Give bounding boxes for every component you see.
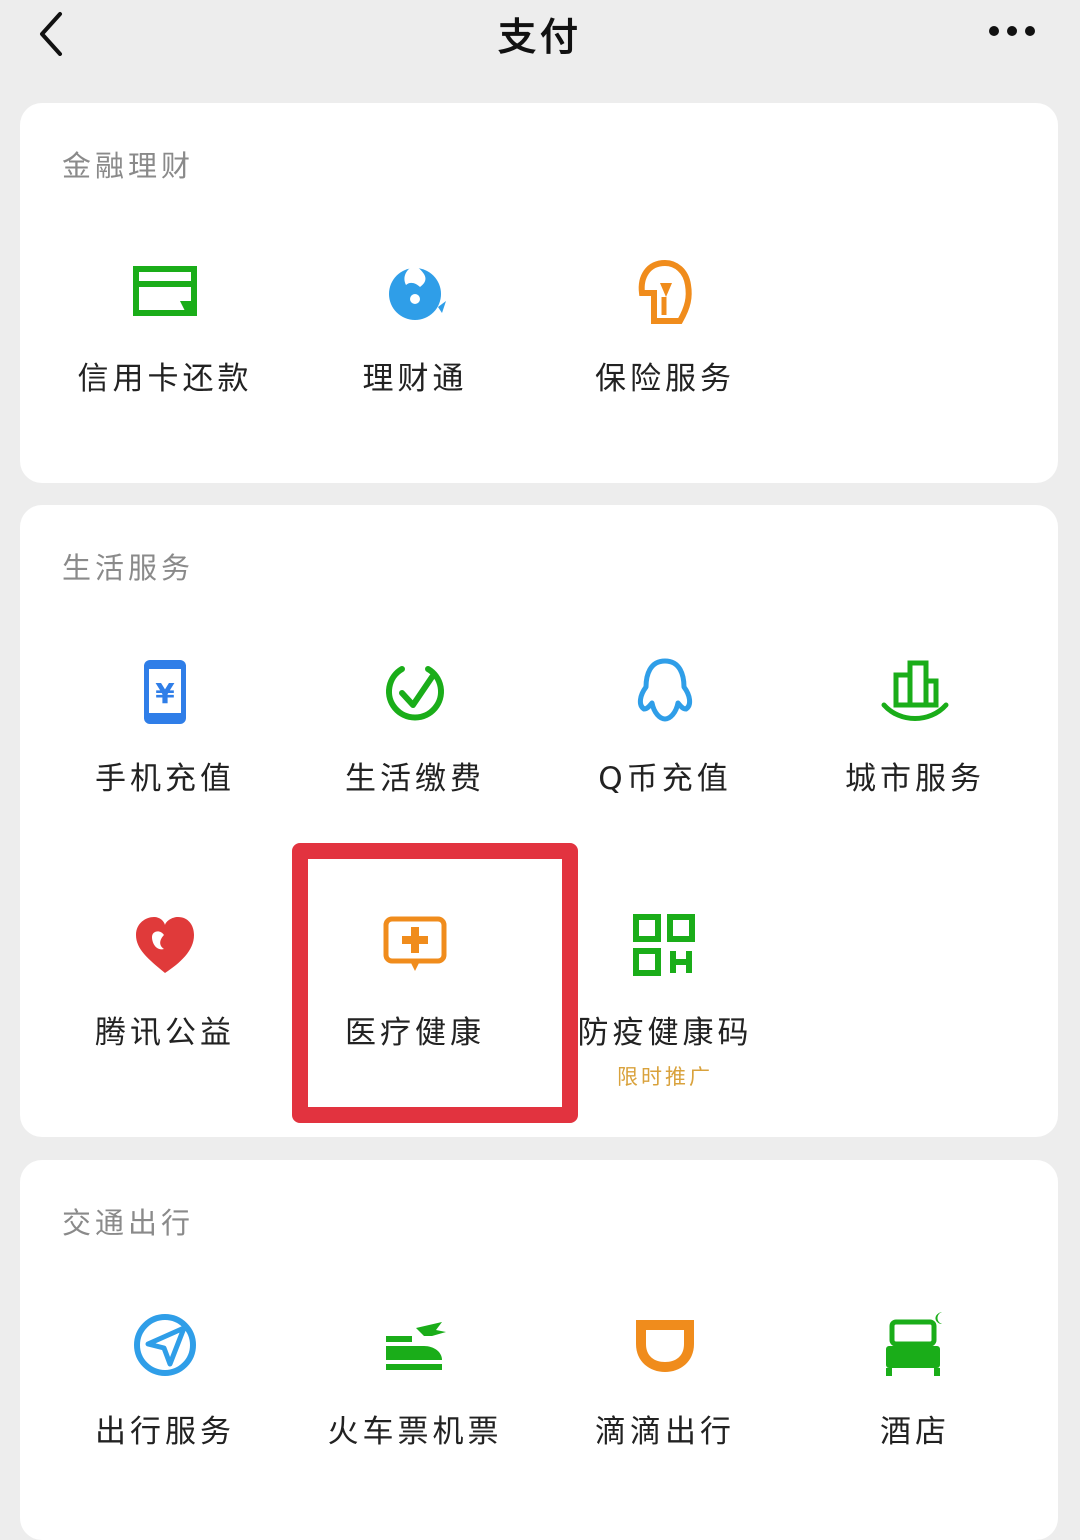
tile-charity[interactable]: 腾讯公益 — [40, 911, 290, 1111]
navigation-arrow-icon — [134, 1314, 196, 1376]
more-button[interactable] — [980, 14, 1044, 48]
tile-wealth[interactable]: 理财通 — [290, 257, 540, 457]
travel-card: 交通出行 出行服务 火车票机票 滴滴出行 酒店 — [20, 1160, 1058, 1540]
more-dots-icon — [989, 26, 1035, 36]
wealth-icon — [389, 265, 446, 320]
tile-label: 滴滴出行 — [595, 1414, 735, 1450]
didi-icon — [636, 1320, 694, 1372]
tile-label: 出行服务 — [95, 1414, 235, 1450]
tile-city-services[interactable]: 城市服务 — [790, 657, 1040, 857]
tile-phone-topup[interactable]: ¥ 手机充值 — [40, 657, 290, 857]
tile-label: 酒店 — [880, 1414, 950, 1450]
tile-label: Q币充值 — [598, 761, 732, 797]
qq-penguin-icon — [637, 658, 693, 722]
utility-check-icon — [386, 666, 444, 721]
city-building-icon — [881, 660, 949, 721]
hotel-bed-icon — [886, 1312, 942, 1376]
train-plane-icon — [386, 1322, 446, 1370]
tile-label: 腾讯公益 — [95, 1015, 235, 1051]
tile-train-plane[interactable]: 火车票机票 — [290, 1310, 540, 1510]
tile-label: 生活缴费 — [345, 761, 485, 797]
top-bar: 支付 — [0, 0, 1080, 70]
svg-text:¥: ¥ — [155, 677, 175, 710]
insurance-umbrella-icon — [638, 259, 692, 324]
phone-topup-icon: ¥ — [144, 660, 186, 724]
tile-label: 保险服务 — [595, 361, 735, 397]
credit-card-icon — [133, 266, 197, 316]
qr-code-icon — [633, 914, 695, 976]
section-title-life: 生活服务 — [62, 551, 195, 585]
tile-label: 信用卡还款 — [77, 361, 253, 397]
tile-qcoin[interactable]: Q币充值 — [540, 657, 790, 857]
page-title: 支付 — [497, 15, 582, 59]
charity-heart-icon — [136, 917, 194, 973]
tile-label: 城市服务 — [845, 761, 985, 797]
tile-insurance[interactable]: 保险服务 — [540, 257, 790, 457]
tile-credit-card-repay[interactable]: 信用卡还款 — [40, 257, 290, 457]
tile-label: 火车票机票 — [327, 1414, 503, 1450]
tile-didi[interactable]: 滴滴出行 — [540, 1310, 790, 1510]
tile-label: 手机充值 — [95, 761, 235, 797]
tile-label: 理财通 — [362, 361, 468, 397]
section-title-travel: 交通出行 — [62, 1206, 195, 1240]
finance-card: 金融理财 信用卡还款 理财通 保险服务 — [20, 103, 1058, 483]
highlight-box — [292, 843, 578, 1123]
section-title-finance: 金融理财 — [62, 149, 195, 183]
tile-hotel[interactable]: 酒店 — [790, 1310, 1040, 1510]
tile-travel-services[interactable]: 出行服务 — [40, 1310, 290, 1510]
tile-utility[interactable]: 生活缴费 — [290, 657, 540, 857]
